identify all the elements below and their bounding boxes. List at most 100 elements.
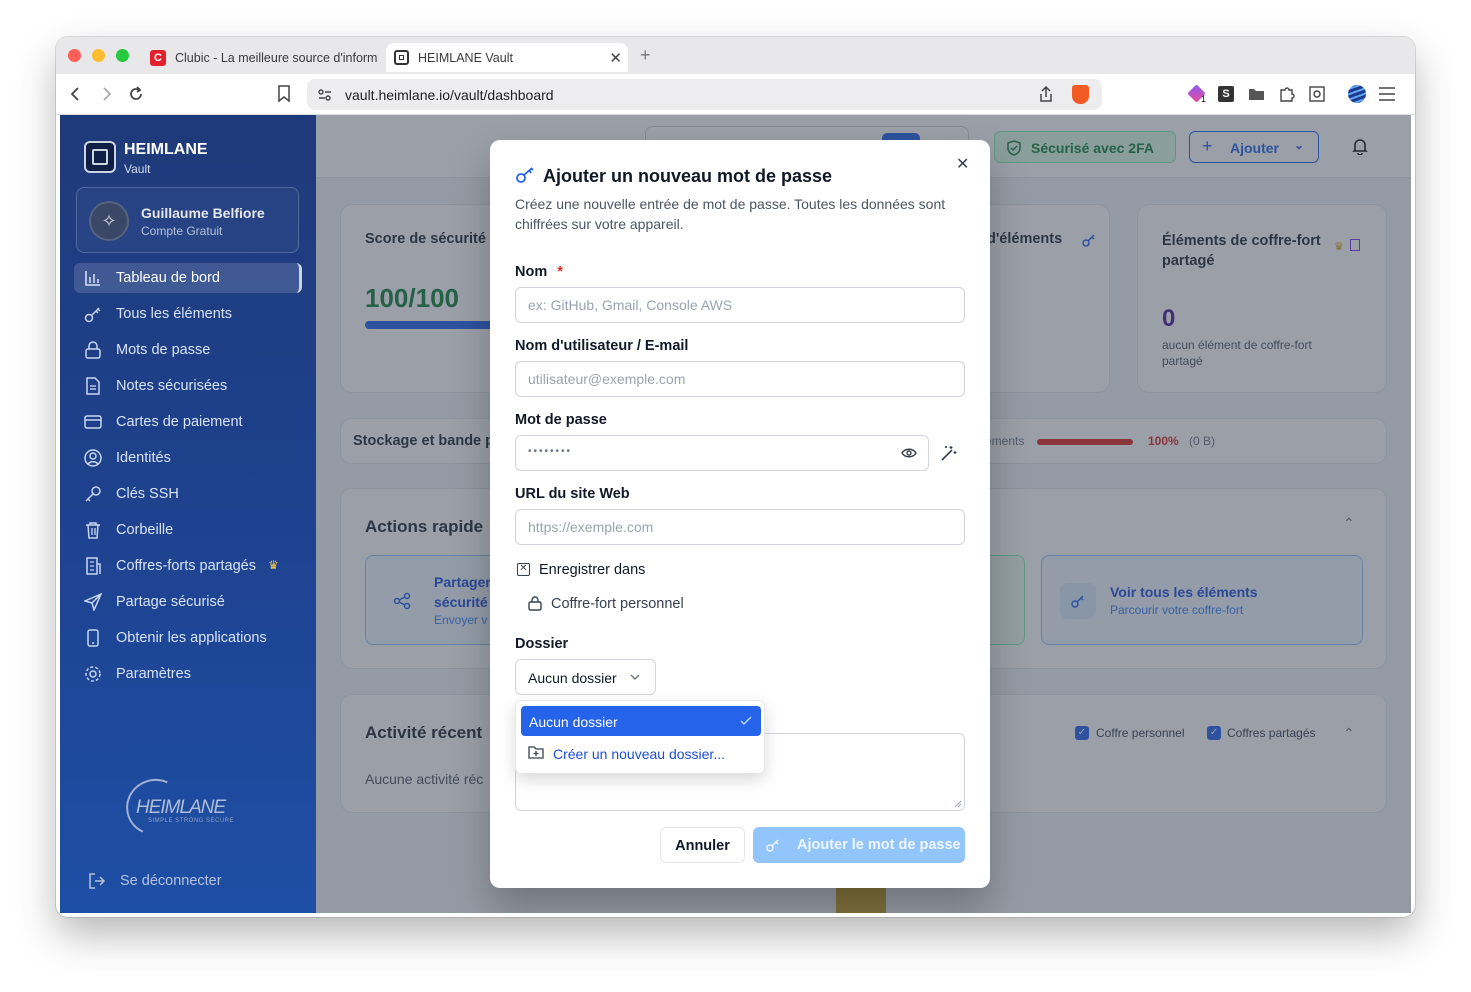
submit-button[interactable]: Ajouter le mot de passe xyxy=(753,827,965,863)
logo-text: HEIMLANE xyxy=(136,797,226,818)
password-dots: •••••••• xyxy=(528,446,573,457)
username-input[interactable] xyxy=(515,361,965,397)
save-in-label: Enregistrer dans xyxy=(539,562,646,578)
save-in-checkbox[interactable]: ✕ xyxy=(517,563,530,576)
check-icon xyxy=(740,716,752,725)
chart-icon xyxy=(85,271,100,286)
generate-password-wand-icon[interactable] xyxy=(940,445,957,462)
address-bar: vault.heimlane.io/vault/dashboard 1 S xyxy=(56,74,1415,115)
name-label: Nom * xyxy=(515,264,563,280)
folder-option-none[interactable]: Aucun dossier xyxy=(521,706,761,736)
sidebar-item-settings[interactable]: Paramètres xyxy=(74,659,302,689)
user-plan: Compte Gratuit xyxy=(141,224,223,238)
sidebar-item-notes[interactable]: Notes sécurisées xyxy=(74,371,302,401)
reload-icon xyxy=(130,86,142,100)
eye-icon[interactable] xyxy=(901,447,917,459)
brave-shield-icon[interactable] xyxy=(1072,85,1089,104)
back-button[interactable] xyxy=(64,82,88,106)
forward-button[interactable] xyxy=(94,82,118,106)
tab-bar: C Clubic - La meilleure source d'inform … xyxy=(56,37,1415,74)
bookmark-button[interactable] xyxy=(272,82,296,106)
back-arrow-icon xyxy=(70,87,79,101)
menu-hamburger-icon[interactable] xyxy=(1378,86,1396,102)
username-label: Nom d'utilisateur / E-mail xyxy=(515,338,689,354)
key-icon xyxy=(84,307,101,323)
url-box[interactable]: vault.heimlane.io/vault/dashboard xyxy=(307,79,1102,110)
close-icon[interactable]: ✕ xyxy=(956,154,969,174)
share-icon[interactable] xyxy=(1038,86,1054,103)
chevron-down-icon xyxy=(630,674,640,680)
key-icon xyxy=(516,167,534,183)
sidebar-item-label: Tableau de bord xyxy=(116,270,220,286)
sidebar-item-get-apps[interactable]: Obtenir les applications xyxy=(74,623,302,653)
sidebar-item-label: Identités xyxy=(116,450,171,466)
zoom-window-button[interactable] xyxy=(116,49,129,62)
vault-option[interactable]: Coffre-fort personnel xyxy=(528,594,828,616)
extension-tiles-icon[interactable]: 1 xyxy=(1187,84,1207,104)
sidebar-item-identities[interactable]: Identités xyxy=(74,443,302,473)
cancel-button[interactable]: Annuler xyxy=(660,827,745,863)
sidebar-item-cards[interactable]: Cartes de paiement xyxy=(74,407,302,437)
globe-wallet-icon[interactable] xyxy=(1348,85,1366,103)
site-settings-icon[interactable] xyxy=(317,87,333,103)
sidebar-item-passwords[interactable]: Mots de passe xyxy=(74,335,302,365)
resize-handle-icon[interactable] xyxy=(954,800,962,808)
send-icon xyxy=(84,593,102,611)
avatar: ✧ xyxy=(89,201,129,241)
sidebar-item-label: Partage sécurisé xyxy=(116,594,225,610)
extensions-puzzle-icon[interactable] xyxy=(1278,85,1296,103)
logout-icon xyxy=(89,873,106,889)
logo-tagline: SIMPLE STRONG SECURE xyxy=(148,818,235,824)
name-input[interactable] xyxy=(515,287,965,323)
folder-select[interactable]: Aucun dossier xyxy=(515,659,656,695)
sidebar-item-label: Paramètres xyxy=(116,666,191,682)
heimlane-logo: HEIMLANE SIMPLE STRONG SECURE xyxy=(118,770,260,845)
clubic-favicon-icon: C xyxy=(150,49,166,66)
password-label: Mot de passe xyxy=(515,412,607,428)
sidebar-item-trash[interactable]: Corbeille xyxy=(74,515,302,545)
s-extension-icon[interactable]: S xyxy=(1218,86,1234,102)
close-window-button[interactable] xyxy=(68,49,81,62)
folder-extension-icon[interactable] xyxy=(1248,87,1265,101)
minimize-window-button[interactable] xyxy=(92,49,105,62)
sidebar-item-all-items[interactable]: Tous les éléments xyxy=(74,299,302,329)
reload-button[interactable] xyxy=(124,82,148,106)
bookmark-icon xyxy=(278,85,290,103)
folder-option-create[interactable]: Créer un nouveau dossier... xyxy=(521,738,761,768)
user-name: Guillaume Belfiore xyxy=(141,205,265,221)
url-text: vault.heimlane.io/vault/dashboard xyxy=(345,87,554,103)
new-tab-button[interactable]: + xyxy=(640,45,651,66)
browser-window: C Clubic - La meilleure source d'inform … xyxy=(56,37,1415,917)
note-icon xyxy=(86,377,100,395)
sidebar-item-label: Tous les éléments xyxy=(116,306,233,322)
submit-label: Ajouter le mot de passe xyxy=(797,837,961,853)
sidebar-item-shared-vaults[interactable]: Coffres-forts partagés ♛ xyxy=(74,551,302,581)
brand-name: HEIMLANE xyxy=(124,141,208,158)
password-input[interactable]: •••••••• xyxy=(515,435,929,471)
logout-button[interactable]: Se déconnecter xyxy=(88,871,288,895)
extension-badge: 1 xyxy=(1201,94,1207,104)
tab-heimlane[interactable]: HEIMLANE Vault ✕ xyxy=(386,43,628,72)
reader-mode-icon[interactable] xyxy=(1308,85,1326,103)
folder-label: Dossier xyxy=(515,636,569,652)
modal-title: Ajouter un nouveau mot de passe xyxy=(543,166,833,186)
lock-icon xyxy=(85,341,101,359)
url-input[interactable] xyxy=(515,509,965,545)
sidebar-item-label: Clés SSH xyxy=(116,486,179,502)
sidebar-item-label: Coffres-forts partagés xyxy=(116,558,256,574)
phone-icon xyxy=(87,629,99,647)
sidebar-item-ssh-keys[interactable]: Clés SSH xyxy=(74,479,302,509)
folder-plus-icon xyxy=(528,746,544,759)
sidebar: HEIMLANE Vault ✧ Guillaume Belfiore Comp… xyxy=(60,115,316,913)
lock-icon xyxy=(528,596,542,611)
forward-arrow-icon xyxy=(103,87,112,101)
sidebar-item-dashboard[interactable]: Tableau de bord xyxy=(74,263,302,293)
sidebar-item-label: Corbeille xyxy=(116,522,174,538)
user-card[interactable]: ✧ Guillaume Belfiore Compte Gratuit xyxy=(76,187,299,253)
page-viewport: HEIMLANE Vault ✧ Guillaume Belfiore Comp… xyxy=(60,115,1411,913)
sidebar-item-secure-share[interactable]: Partage sécurisé xyxy=(74,587,302,617)
trash-icon xyxy=(86,522,100,539)
close-tab-icon[interactable]: ✕ xyxy=(609,49,622,67)
tab-clubic[interactable]: C Clubic - La meilleure source d'inform xyxy=(144,43,384,72)
sidebar-item-label: Obtenir les applications xyxy=(116,630,267,646)
